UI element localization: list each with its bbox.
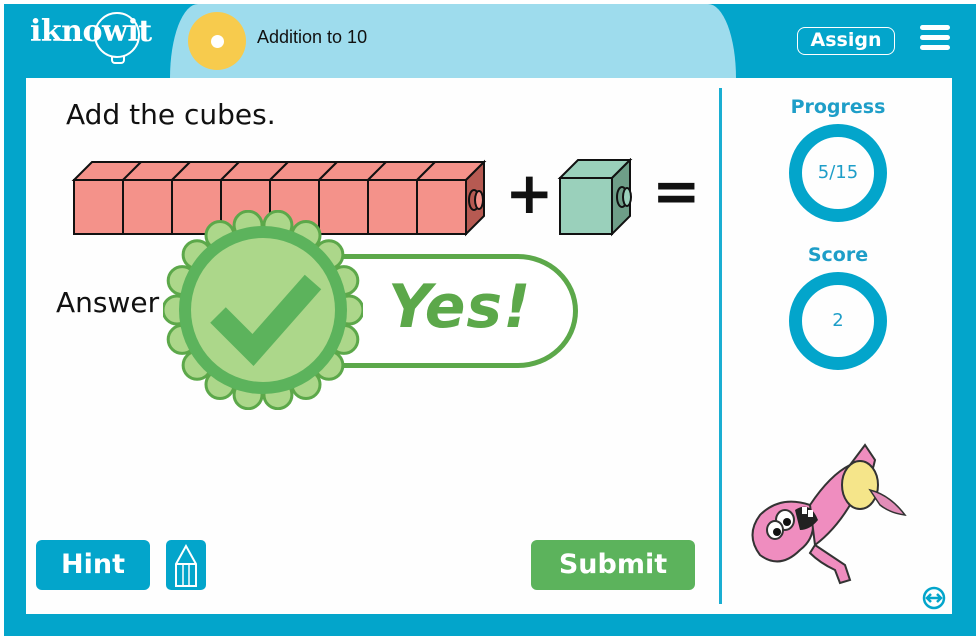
hint-button[interactable]: Hint <box>36 540 150 590</box>
sun-center-icon <box>211 35 224 48</box>
pencil-button[interactable] <box>166 540 206 590</box>
assign-button[interactable]: Assign <box>797 27 895 55</box>
swap-arrows-icon[interactable] <box>922 586 946 610</box>
lesson-title: Addition to 10 <box>257 27 368 47</box>
cube-face <box>367 179 418 235</box>
logo-bulb-icon <box>94 12 140 58</box>
equals-sign: = <box>652 157 701 225</box>
hamburger-menu-icon[interactable] <box>920 25 950 51</box>
plus-sign: + <box>505 159 554 227</box>
score-ring: 2 <box>789 272 887 370</box>
score-label: Score <box>807 244 869 266</box>
logo-bulb-base-icon <box>111 56 125 64</box>
cube-green <box>557 158 633 237</box>
lesson-title-bar <box>170 4 736 78</box>
answer-label: Answer <box>56 286 160 319</box>
pencil-icon <box>175 543 197 587</box>
progress-label: Progress <box>790 96 886 118</box>
question-prompt: Add the cubes. <box>66 98 276 131</box>
cube-face <box>73 179 124 235</box>
submit-button[interactable]: Submit <box>531 540 695 590</box>
feedback-text: Yes! <box>388 272 532 342</box>
progress-ring: 5/15 <box>789 124 887 222</box>
pink-monster-mascot <box>751 443 907 585</box>
checkmark-badge-icon <box>163 210 363 410</box>
cube-face <box>416 179 467 235</box>
panel-divider <box>719 88 722 604</box>
cube-peg-end <box>474 190 484 210</box>
